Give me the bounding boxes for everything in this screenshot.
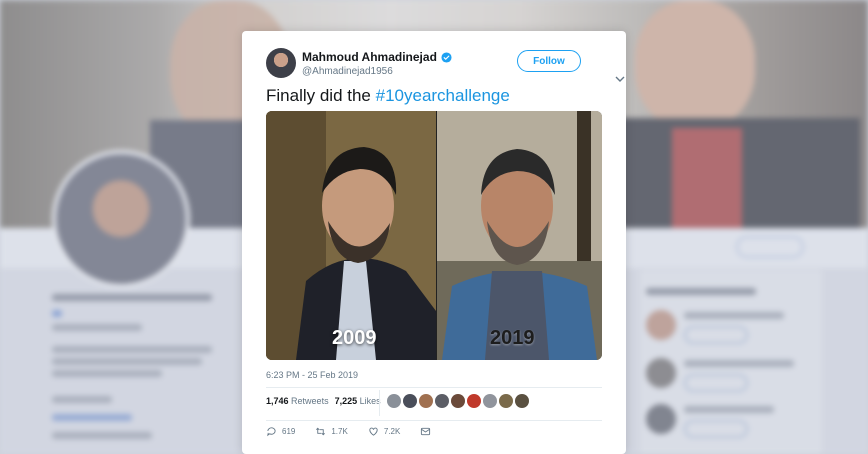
like-stat[interactable]: 7,225 Likes [335,396,381,406]
retweet-label: Retweets [291,396,329,406]
reply-icon [267,426,276,436]
like-label: Likes [359,396,381,406]
retweet-action-count: 1.7K [331,426,348,436]
envelope-icon [421,427,431,435]
author-name-row[interactable]: Mahmoud Ahmadinejad [302,50,452,64]
liker-avatar[interactable] [419,394,433,408]
liker-avatar[interactable] [387,394,401,408]
like-action-count: 7.2K [383,426,401,436]
retweet-stat[interactable]: 1,746 Retweets [266,396,329,406]
chevron-down-icon[interactable] [615,75,625,83]
reply-count: 619 [282,426,296,436]
verified-badge-icon [441,51,452,63]
retweet-count: 1,746 [266,396,289,406]
liker-avatar[interactable] [467,394,481,408]
reply-button[interactable]: 619 [266,426,295,437]
year-label-left: 2009 [332,327,377,349]
tweet-timestamp[interactable]: 6:23 PM - 25 Feb 2019 [266,370,358,380]
tweet-text: Finally did the #10yearchallenge [266,86,510,106]
divider [266,420,602,421]
tweet-stats: 1,746 Retweets 7,225 Likes [266,396,387,406]
divider [266,387,602,388]
liker-avatar[interactable] [483,394,497,408]
tweet-header: Mahmoud Ahmadinejad @Ahmadinejad1956 Fol… [266,48,625,82]
liker-avatar[interactable] [499,394,513,408]
tweet-actions: 619 1.7K 7.2K [266,423,602,439]
photo-right-2019: 2019 [437,111,602,360]
tweet-card: Mahmoud Ahmadinejad @Ahmadinejad1956 Fol… [242,31,626,454]
tweet-photo[interactable]: 2009 2019 [266,111,602,360]
hashtag-link[interactable]: #10yearchallenge [376,86,510,105]
retweet-button[interactable]: 1.7K [315,426,348,437]
liker-avatar[interactable] [403,394,417,408]
like-count: 7,225 [334,396,358,406]
year-label-right: 2019 [490,327,535,349]
portrait-2019 [437,111,602,360]
portrait-2009 [266,111,436,360]
follow-button[interactable]: Follow [517,50,581,72]
author-handle[interactable]: @Ahmadinejad1956 [302,66,393,77]
tweet-text-prefix: Finally did the [266,86,376,105]
retweet-icon [316,427,326,435]
liker-avatar[interactable] [451,394,465,408]
author-avatar[interactable] [266,48,296,78]
direct-message-button[interactable] [420,426,431,437]
author-name[interactable]: Mahmoud Ahmadinejad [302,50,437,64]
heart-icon [369,427,378,436]
like-button[interactable]: 7.2K [368,426,400,437]
liker-avatars [387,394,529,408]
photo-left-2009: 2009 [266,111,436,360]
liker-avatar[interactable] [515,394,529,408]
stats-divider [379,390,380,416]
liker-avatar[interactable] [435,394,449,408]
